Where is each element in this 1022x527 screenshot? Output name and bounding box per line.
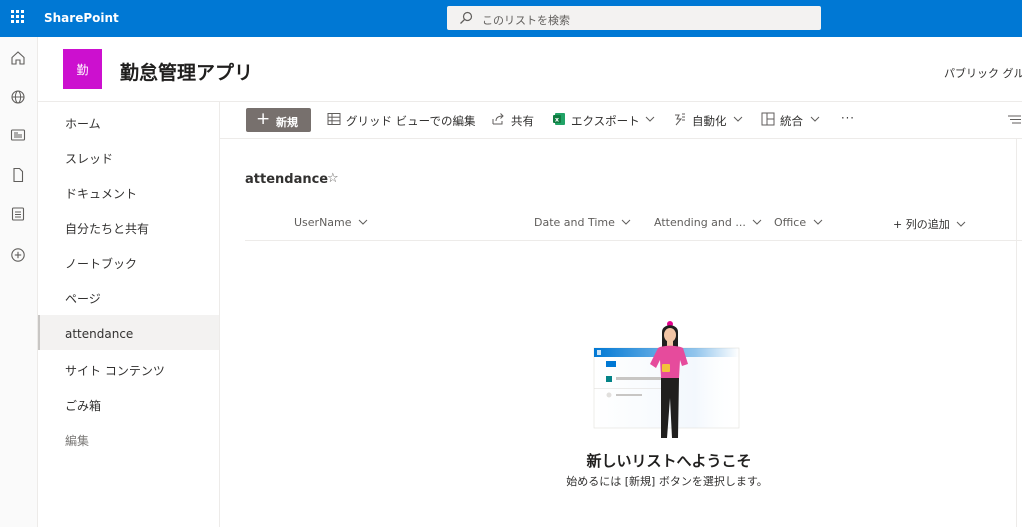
nav-item-label: ページ (65, 292, 101, 306)
column-header-label: Attending and ... (654, 216, 746, 229)
nav-item-label: スレッド (65, 152, 114, 166)
empty-state-title: 新しいリストへようこそ (586, 452, 752, 470)
share-button[interactable]: 共有 (511, 113, 534, 129)
nav-item-label: 編集 (65, 434, 90, 448)
home-icon[interactable] (10, 50, 26, 66)
grid-edit-button[interactable]: グリッド ビューでの編集 (346, 113, 475, 129)
nav-item-attendance[interactable]: attendance (38, 315, 219, 350)
group-type-label: パブリック グル (944, 67, 1022, 80)
create-icon[interactable] (10, 247, 26, 263)
suite-bar: SharePoint このリストを検索 (0, 0, 1022, 37)
nav-item-home[interactable]: ホーム (38, 103, 219, 138)
new-button[interactable]: + 新規 (246, 108, 311, 132)
nav-item-label: attendance (65, 327, 134, 341)
search-input[interactable]: このリストを検索 (482, 12, 570, 28)
empty-list-illustration (593, 321, 740, 438)
export-button[interactable]: エクスポート (571, 113, 640, 129)
nav-item-recycle-bin[interactable]: ごみ箱 (38, 385, 219, 420)
nav-item-label: ホーム (65, 117, 101, 131)
automate-icon (675, 113, 685, 126)
chevron-down-icon (813, 219, 822, 225)
more-actions-button[interactable]: ··· (841, 111, 855, 125)
nav-item-label: ごみ箱 (65, 399, 102, 413)
document-icon[interactable] (10, 167, 26, 183)
chevron-down-icon (956, 221, 966, 227)
site-header: 勤 勤怠管理アプリ パブリック グル (38, 37, 1022, 102)
column-header-label: UserName (294, 216, 352, 229)
list-icon[interactable] (10, 206, 26, 222)
column-header-label: Office (774, 216, 807, 229)
nav-item-label: サイト コンテンツ (65, 364, 165, 378)
globe-icon[interactable] (10, 89, 26, 105)
header-divider (245, 240, 1022, 241)
excel-icon: x (553, 113, 565, 125)
column-header-office[interactable]: Office (774, 216, 823, 229)
chevron-down-icon (622, 219, 631, 225)
column-header-date-time[interactable]: Date and Time (534, 216, 631, 229)
nav-item-site-contents[interactable]: サイト コンテンツ (38, 350, 219, 385)
chevron-down-icon[interactable] (810, 115, 820, 123)
chevron-down-icon (358, 219, 368, 225)
automate-button[interactable]: 自動化 (692, 113, 727, 129)
view-options-icon[interactable] (1007, 112, 1021, 126)
column-header-username[interactable]: UserName (294, 216, 368, 229)
column-header-label: Date and Time (534, 216, 615, 229)
chevron-down-icon (753, 219, 762, 225)
nav-item-label: ノートブック (65, 257, 138, 271)
column-header-attending[interactable]: Attending and ... (654, 216, 762, 229)
favorite-star-icon[interactable]: ☆ (327, 171, 339, 186)
nav-item-threads[interactable]: スレッド (38, 138, 219, 173)
nav-item-shared-with-us[interactable]: 自分たちと共有 (38, 208, 219, 243)
integrate-button[interactable]: 統合 (780, 113, 803, 129)
news-icon[interactable] (10, 127, 26, 143)
nav-item-notebook[interactable]: ノートブック (38, 243, 219, 278)
brand-link[interactable]: SharePoint (44, 11, 119, 25)
add-column-label: + 列の追加 (893, 218, 950, 231)
search-box[interactable]: このリストを検索 (447, 6, 821, 30)
chevron-down-icon[interactable] (645, 115, 655, 123)
grid-icon (327, 113, 341, 125)
add-column-button[interactable]: + 列の追加 (893, 216, 966, 232)
nav-item-label: 自分たちと共有 (65, 222, 150, 236)
list-title[interactable]: attendance (245, 172, 328, 187)
integrate-icon (761, 112, 775, 126)
nav-item-label: ドキュメント (65, 187, 138, 201)
plus-icon: + (256, 109, 271, 129)
search-icon (460, 11, 473, 24)
command-bar: + 新規 グリッド ビューでの編集 共有 x エクスポート 自動化 統合 ··· (220, 102, 1022, 139)
nav-item-pages[interactable]: ページ (38, 278, 219, 313)
nav-item-documents[interactable]: ドキュメント (38, 173, 219, 208)
app-launcher-icon[interactable] (11, 10, 25, 24)
new-button-label: 新規 (276, 116, 298, 129)
site-title[interactable]: 勤怠管理アプリ (120, 58, 253, 85)
share-icon (492, 113, 504, 125)
empty-state-subtitle: 始めるには [新規] ボタンを選択します。 (566, 475, 768, 488)
site-logo[interactable]: 勤 (63, 49, 102, 89)
chevron-down-icon[interactable] (733, 115, 743, 123)
